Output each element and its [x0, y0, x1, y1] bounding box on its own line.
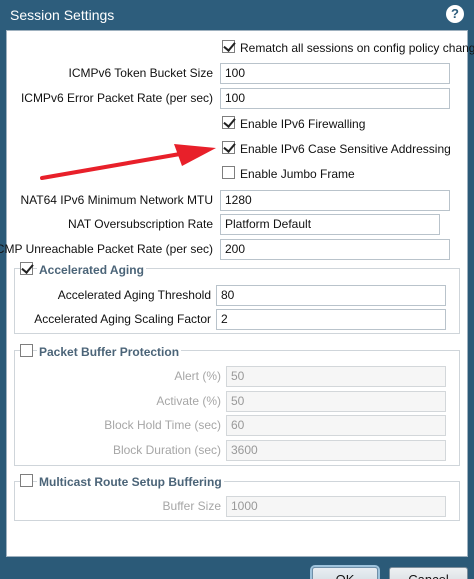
ipv6-case-label: Enable IPv6 Case Sensitive Addressing	[240, 142, 451, 156]
pbp-activate-input[interactable]: 50	[226, 391, 446, 412]
icmpv6-error-label: ICMPv6 Error Packet Rate (per sec)	[20, 91, 213, 105]
pbp-alert-input[interactable]: 50	[226, 366, 446, 387]
icmp-unreach-input[interactable]: 200	[220, 239, 450, 260]
dialog-titlebar: Session Settings ?	[0, 0, 474, 30]
pbp-alert-label: Alert (%)	[174, 369, 221, 383]
pbp-hold-time-label: Block Hold Time (sec)	[104, 418, 221, 432]
ipv6-firewalling-label: Enable IPv6 Firewalling	[240, 117, 366, 131]
nat-oversub-select[interactable]: Platform Default	[220, 214, 440, 235]
icmp-unreach-label: ICMP Unreachable Packet Rate (per sec)	[0, 242, 213, 256]
dialog-title: Session Settings	[10, 7, 115, 23]
buffer-size-label: Buffer Size	[162, 499, 221, 513]
multicast-checkbox[interactable]	[20, 474, 33, 487]
accelerated-aging-checkbox[interactable]	[20, 262, 33, 275]
packet-buffer-title: Packet Buffer Protection	[37, 345, 182, 359]
icmpv6-token-label: ICMPv6 Token Bucket Size	[68, 66, 213, 80]
rematch-label: Rematch all sessions on config policy ch…	[240, 41, 474, 55]
multicast-title: Multicast Route Setup Buffering	[37, 475, 224, 489]
ipv6-firewalling-checkbox[interactable]	[222, 116, 235, 129]
pbp-hold-time-input[interactable]: 60	[226, 415, 446, 436]
help-icon[interactable]: ?	[446, 5, 464, 23]
jumbo-frame-label: Enable Jumbo Frame	[240, 167, 355, 181]
packet-buffer-checkbox[interactable]	[20, 344, 33, 357]
nat-oversub-label: NAT Oversubscription Rate	[68, 217, 213, 231]
red-arrow-annotation	[40, 144, 216, 180]
aging-scaling-input[interactable]: 2	[216, 309, 446, 330]
ok-button[interactable]: OK	[312, 567, 378, 579]
pbp-activate-label: Activate (%)	[156, 394, 221, 408]
buffer-size-input[interactable]: 1000	[226, 496, 446, 517]
icmpv6-token-input[interactable]: 100	[220, 63, 450, 84]
pbp-duration-label: Block Duration (sec)	[112, 443, 221, 457]
accelerated-aging-title: Accelerated Aging	[37, 263, 146, 277]
nat64-mtu-label: NAT64 IPv6 Minimum Network MTU	[20, 193, 213, 207]
aging-threshold-label: Accelerated Aging Threshold	[57, 288, 211, 302]
icmpv6-error-input[interactable]: 100	[220, 88, 450, 109]
ipv6-case-checkbox[interactable]	[222, 141, 235, 154]
jumbo-frame-checkbox[interactable]	[222, 166, 235, 179]
cancel-button[interactable]: Cancel	[389, 567, 468, 579]
aging-scaling-label: Accelerated Aging Scaling Factor	[34, 312, 211, 326]
aging-threshold-input[interactable]: 80	[216, 285, 446, 306]
nat64-mtu-input[interactable]: 1280	[220, 190, 450, 211]
pbp-duration-input[interactable]: 3600	[226, 440, 446, 461]
rematch-checkbox[interactable]	[222, 40, 235, 53]
